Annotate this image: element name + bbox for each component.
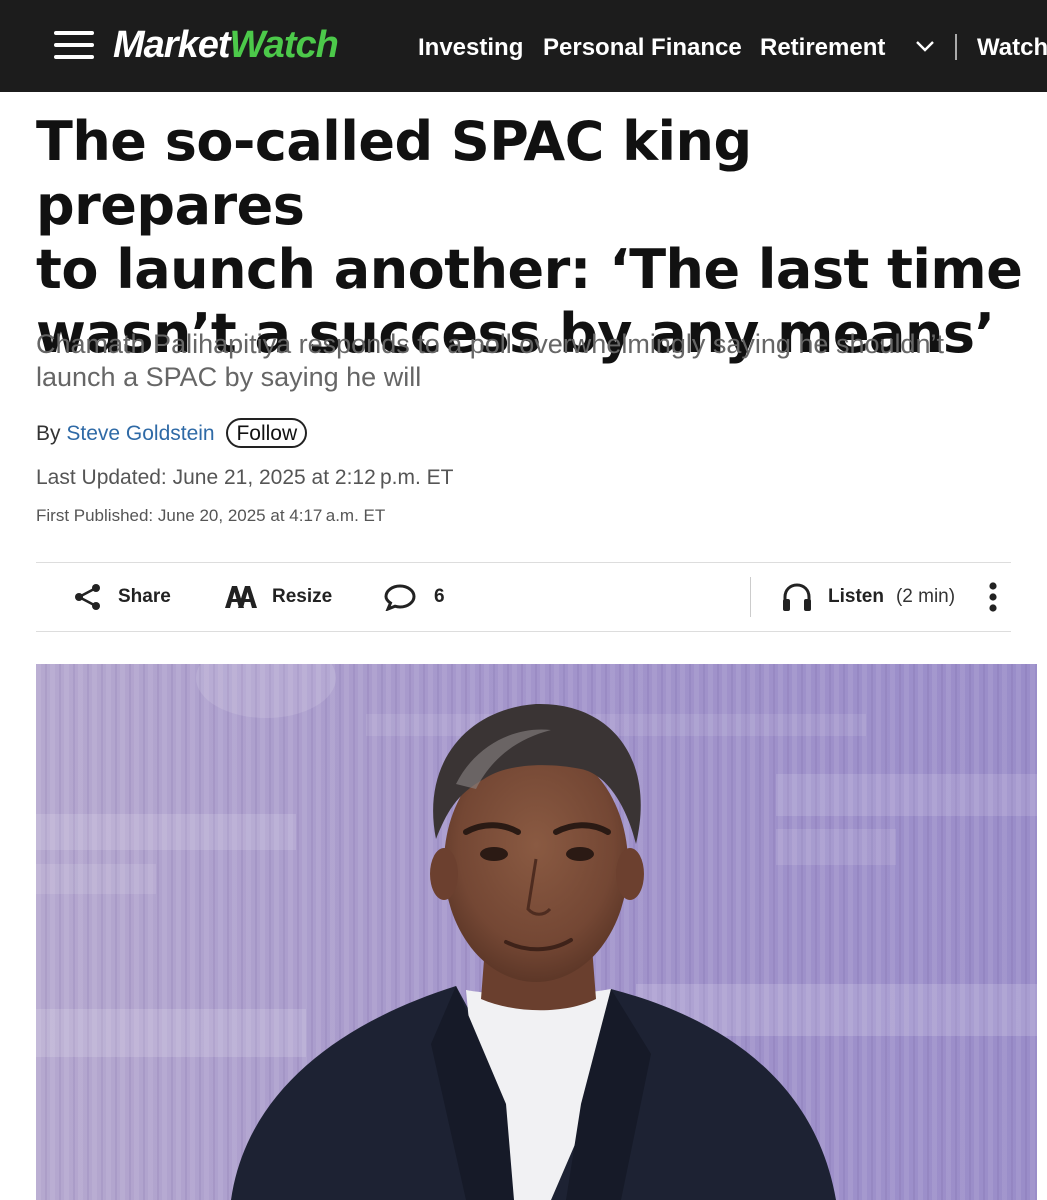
comment-icon	[384, 584, 416, 611]
listen-label: Listen	[828, 586, 884, 607]
top-navbar: MarketWatch Investing Personal Finance R…	[0, 0, 1047, 92]
more-vertical-icon	[989, 582, 997, 612]
dek-line: launch a SPAC by saying he will	[36, 362, 422, 392]
nav-link-investing[interactable]: Investing	[418, 30, 523, 66]
article-toolbar: Share Resize 6 Listen (2 min)	[36, 562, 1011, 632]
listen-button[interactable]: Listen (2 min)	[780, 563, 955, 631]
byline-prefix: By	[36, 422, 61, 445]
share-button[interactable]: Share	[72, 563, 171, 631]
article-subheadline: Chamath Palihapitiya responds to a poll …	[36, 328, 1026, 394]
portrait-photo	[36, 664, 1037, 1200]
listen-duration: (2 min)	[895, 586, 956, 607]
headline-line: to launch another: ‘The last time	[36, 238, 1023, 301]
author-link[interactable]: Steve Goldstein	[66, 422, 214, 445]
resize-label: Resize	[272, 586, 333, 607]
nav-link-retirement[interactable]: Retirement	[760, 30, 885, 66]
toolbar-divider	[750, 577, 751, 617]
nav-link-watchlist[interactable]: Watch	[977, 30, 1047, 66]
headline-line: The so-called SPAC king prepares	[36, 110, 752, 237]
menu-icon[interactable]	[54, 31, 94, 59]
comments-count: 6	[434, 586, 445, 607]
nav-divider	[955, 34, 957, 60]
resize-button[interactable]: Resize	[224, 563, 332, 631]
first-published-timestamp: First Published: June 20, 2025 at 4:17 a…	[36, 506, 386, 525]
chevron-down-icon[interactable]	[914, 38, 936, 54]
comments-button[interactable]: 6	[384, 563, 445, 631]
marketwatch-logo[interactable]: MarketWatch	[113, 22, 339, 68]
headphones-icon	[783, 583, 811, 611]
article-hero-image	[36, 664, 1037, 1200]
nav-link-personal-finance[interactable]: Personal Finance	[543, 30, 742, 66]
resize-icon	[225, 586, 257, 608]
share-label: Share	[118, 586, 171, 607]
byline: By Steve Goldstein Follow	[36, 418, 308, 450]
logo-text-watch: Watch	[229, 24, 339, 66]
dek-line: Chamath Palihapitiya responds to a poll …	[36, 329, 945, 359]
logo-text-market: Market	[113, 24, 230, 66]
share-icon	[75, 584, 100, 610]
more-options-button[interactable]	[988, 563, 998, 631]
follow-button[interactable]: Follow	[226, 418, 308, 448]
last-updated-timestamp: Last Updated: June 21, 2025 at 2:12 p.m.…	[36, 466, 454, 489]
